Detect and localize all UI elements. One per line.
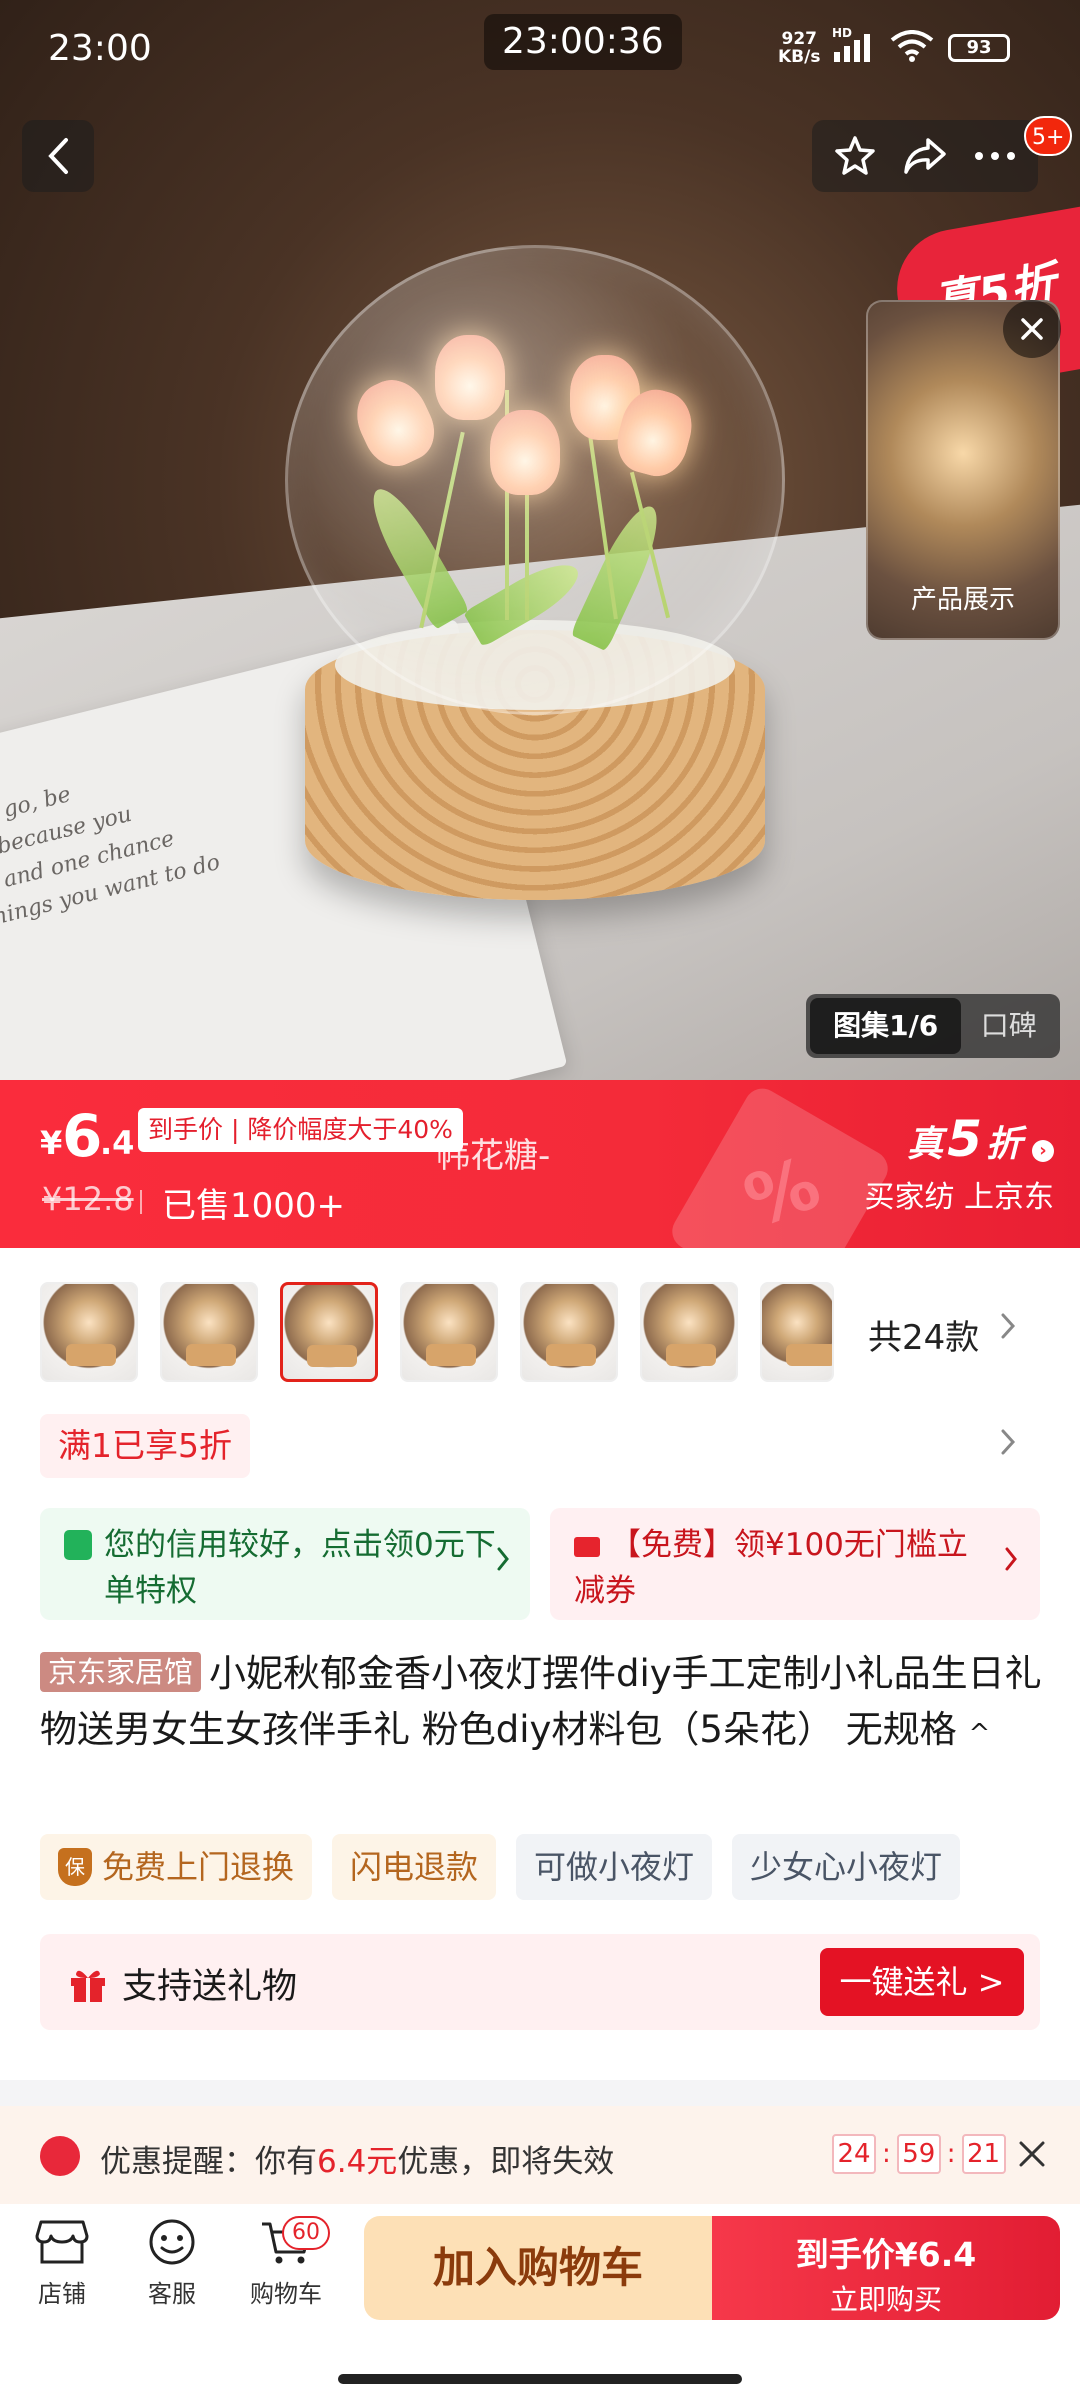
home-indicator[interactable] bbox=[338, 2374, 742, 2384]
tab-gallery[interactable]: 图集1/6 bbox=[810, 998, 962, 1054]
star-icon[interactable] bbox=[833, 134, 877, 178]
coupon-card[interactable]: 【免费】领¥100无门槛立减券 bbox=[550, 1508, 1040, 1620]
status-clock: 23:00:36 bbox=[484, 14, 682, 70]
close-icon[interactable] bbox=[1016, 2138, 1048, 2170]
chevron-right-icon bbox=[497, 1547, 509, 1571]
discount-number: 5 bbox=[947, 1110, 982, 1168]
cart-count-badge: 60 bbox=[282, 2216, 330, 2250]
countdown-hours: 24 bbox=[832, 2134, 876, 2174]
variant-thumb[interactable] bbox=[160, 1282, 258, 1382]
status-bar: 23:00 23:00:36 927 KB/s HD 93 bbox=[0, 0, 1080, 90]
ghost-text: 帏花糖- bbox=[436, 1136, 551, 1176]
add-to-cart-button[interactable]: 加入购物车 bbox=[364, 2216, 712, 2320]
original-price: ¥12.8 bbox=[42, 1180, 134, 1218]
chevron-right-icon[interactable] bbox=[1000, 1312, 1016, 1340]
credit-card[interactable]: 您的信用较好，点击领0元下单特权 bbox=[40, 1508, 530, 1620]
discount-prefix: 真 bbox=[907, 1124, 944, 1165]
coupon-icon bbox=[574, 1536, 600, 1557]
chevron-left-icon bbox=[48, 138, 68, 174]
wifi-icon bbox=[890, 30, 934, 62]
sold-count: 已售1000+ bbox=[162, 1186, 346, 1226]
top-actions bbox=[812, 120, 1038, 192]
close-video-button[interactable] bbox=[1003, 300, 1061, 358]
variant-thumb[interactable] bbox=[400, 1282, 498, 1382]
notification-badge: 5+ bbox=[1024, 116, 1073, 156]
reminder-text: 优惠提醒：你有6.4元优惠，即将失效 bbox=[100, 2144, 615, 2180]
service-tag-fast-refund[interactable]: 闪电退款 bbox=[332, 1834, 497, 1900]
variant-thumb-selected[interactable] bbox=[280, 1282, 378, 1382]
chevron-right-icon bbox=[1005, 1547, 1017, 1571]
chat-icon bbox=[149, 2219, 195, 2265]
store-icon bbox=[35, 2220, 89, 2264]
store-tag: 京东家居馆 bbox=[40, 1652, 202, 1692]
reminder-amount: 6.4元 bbox=[317, 2144, 398, 2180]
close-icon bbox=[1021, 318, 1043, 340]
variant-thumb[interactable] bbox=[640, 1282, 738, 1382]
discount-subtitle: 买家纺 上京东 bbox=[864, 1180, 1054, 1215]
product-info: 共24款 满1已享5折 您的信用较好，点击领0元下单特权 【免费】领¥100无门… bbox=[0, 1248, 1080, 2080]
divider bbox=[140, 1190, 142, 1214]
chevron-right-icon[interactable] bbox=[1000, 1428, 1016, 1456]
variant-list bbox=[40, 1282, 834, 1382]
buy-price: 到手价¥6.4 bbox=[795, 2235, 977, 2274]
shopping-bag-icon bbox=[64, 1530, 92, 1560]
battery-icon: 93 bbox=[948, 34, 1010, 62]
service-tag-night-light[interactable]: 可做小夜灯 bbox=[516, 1834, 713, 1900]
discount-entry[interactable]: 真 5 折 › 买家纺 上京东 bbox=[864, 1110, 1054, 1216]
chevron-right-icon: › bbox=[1032, 1140, 1054, 1162]
tab-reviews[interactable]: 口碑 bbox=[961, 998, 1056, 1054]
collapse-caret-icon[interactable]: ^ bbox=[969, 1719, 991, 1749]
credit-text: 您的信用较好，点击领0元下单特权 bbox=[104, 1527, 496, 1609]
promo-reminder: 优惠提醒：你有6.4元优惠，即将失效 24 : 59 : 21 bbox=[0, 2106, 1080, 2204]
variant-thumb[interactable] bbox=[760, 1282, 834, 1382]
gift-icon bbox=[71, 1970, 105, 2002]
store-button[interactable]: 店铺 bbox=[12, 2218, 112, 2309]
shield-icon: 保 bbox=[58, 1848, 92, 1886]
promo-line[interactable]: 满1已享5折 bbox=[40, 1414, 250, 1478]
buy-label: 立即购买 bbox=[829, 2283, 942, 2316]
coupon-text: 【免费】领¥100无门槛立减券 bbox=[574, 1527, 968, 1609]
service-tag-free-return[interactable]: 保 免费上门退换 bbox=[40, 1834, 313, 1900]
share-icon[interactable] bbox=[902, 136, 948, 176]
status-time: 23:00 bbox=[48, 28, 152, 69]
price-banner: % ¥ 6 .4 到手价 | 降价幅度大于40% 帏花糖- ¥12.8 已售10… bbox=[0, 1080, 1080, 1248]
service-tag-girly[interactable]: 少女心小夜灯 bbox=[732, 1834, 961, 1900]
back-button[interactable] bbox=[22, 120, 94, 192]
video-label: 产品展示 bbox=[910, 585, 1015, 615]
clock-icon bbox=[40, 2136, 80, 2176]
countdown-timer: 24 : 59 : 21 bbox=[832, 2134, 1006, 2174]
variant-thumb[interactable] bbox=[520, 1282, 618, 1382]
bottom-action-bar: 店铺 客服 购物车 60 加入购物车 到手价¥6.4 立即购买 bbox=[0, 2204, 1080, 2400]
gallery-tabs: 图集1/6 口碑 bbox=[806, 994, 1060, 1058]
customer-service-button[interactable]: 客服 bbox=[122, 2218, 222, 2309]
service-tags: 保 免费上门退换 闪电退款 可做小夜灯 少女心小夜灯 bbox=[40, 1834, 961, 1900]
gift-label: 支持送礼物 bbox=[122, 1967, 298, 2007]
gift-bar: 支持送礼物 一键送礼 > bbox=[40, 1934, 1040, 2030]
book-text: t to go, be ry because you fe and one ch… bbox=[0, 781, 223, 933]
buy-now-button[interactable]: 到手价¥6.4 立即购买 bbox=[712, 2216, 1060, 2320]
countdown-minutes: 59 bbox=[896, 2134, 941, 2174]
countdown-seconds: 21 bbox=[961, 2134, 1006, 2174]
variant-count[interactable]: 共24款 bbox=[868, 1310, 979, 1359]
signal-icon bbox=[834, 32, 870, 62]
price-tag: 到手价 | 降价幅度大于40% bbox=[138, 1108, 463, 1152]
network-speed: 927 KB/s bbox=[778, 29, 821, 67]
product-title[interactable]: 京东家居馆 小妮秋郁金香小夜灯摆件diy手工定制小礼品生日礼物送男女生女孩伴手礼 … bbox=[40, 1646, 1050, 1762]
price-integer: 6 bbox=[62, 1102, 103, 1170]
price-currency: ¥ bbox=[40, 1124, 63, 1162]
variant-thumb[interactable] bbox=[40, 1282, 138, 1382]
glass-dome bbox=[285, 245, 785, 715]
more-icon[interactable] bbox=[973, 150, 1017, 162]
price-decimal: .4 bbox=[100, 1124, 135, 1162]
discount-suffix: 折 bbox=[985, 1124, 1022, 1165]
send-gift-button[interactable]: 一键送礼 > bbox=[820, 1948, 1024, 2016]
